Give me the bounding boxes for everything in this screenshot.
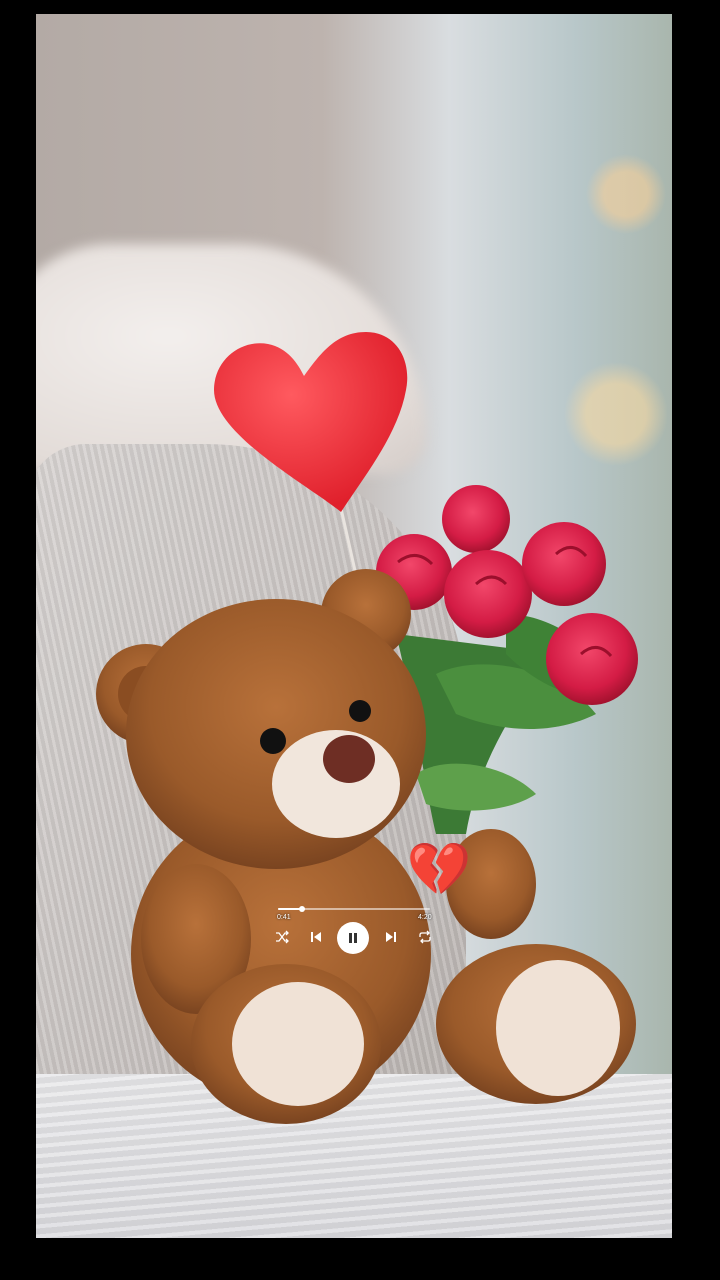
bear-left-foot (232, 982, 364, 1106)
shuffle-icon (276, 930, 289, 944)
shuffle-button[interactable] (274, 929, 290, 945)
bear-nose (323, 735, 375, 783)
next-icon (386, 932, 396, 942)
heart-balloon (214, 332, 408, 512)
progress-knob[interactable] (299, 906, 306, 912)
broken-heart-icon[interactable]: 💔 (406, 840, 472, 900)
wallpaper-image (36, 14, 672, 1238)
repeat-button[interactable] (417, 929, 433, 945)
progress-bar[interactable] (278, 906, 430, 912)
previous-button[interactable] (308, 929, 324, 945)
repeat-icon (419, 930, 431, 944)
previous-icon (311, 932, 321, 942)
bear-right-foot (496, 960, 620, 1096)
teddy-bear-illustration (96, 332, 638, 1124)
pause-icon (349, 933, 357, 943)
bear-right-eye (349, 700, 371, 722)
bear-left-eye (260, 728, 286, 754)
pause-button[interactable] (337, 922, 369, 954)
next-button[interactable] (383, 929, 399, 945)
